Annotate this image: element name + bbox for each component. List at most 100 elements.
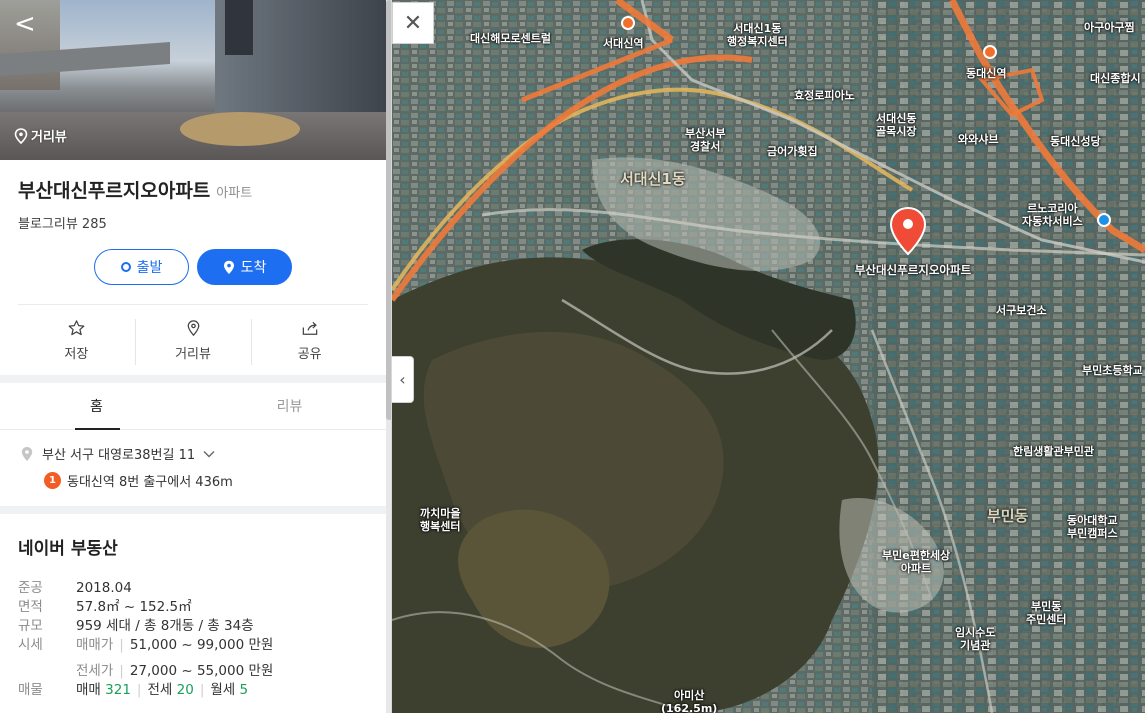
- streetview-action-label: 거리뷰: [175, 346, 211, 362]
- tab-home[interactable]: 홈: [0, 383, 193, 430]
- realty-key: 면적: [18, 599, 43, 615]
- building-shape: [225, 0, 253, 55]
- map-label[interactable]: 아구아구찜: [1084, 21, 1135, 34]
- save-label: 저장: [64, 346, 89, 362]
- bus-stop-icon[interactable]: [1097, 213, 1111, 227]
- back-button[interactable]: <: [14, 11, 38, 38]
- destination-label[interactable]: 부산대신푸르지오아파트: [850, 264, 976, 277]
- separator: |: [136, 682, 142, 698]
- place-summary: 부산대신푸르지오아파트 아파트 블로그리뷰 285 출발 도착 저장 거리뷰 공…: [0, 160, 391, 375]
- map-label[interactable]: 한림생활관부민관: [1013, 445, 1094, 458]
- share-label: 공유: [297, 346, 322, 362]
- separator: |: [119, 637, 124, 653]
- destination-pin[interactable]: [888, 206, 928, 256]
- realty-row: 전세가 | 27,000 ~ 55,000 만원: [18, 662, 368, 681]
- listing-monthly-count: 5: [239, 682, 249, 698]
- map-label[interactable]: 대신해모로센트럴: [470, 32, 551, 45]
- share-button[interactable]: 공유: [251, 318, 368, 365]
- listing-sale-label: 매매: [76, 682, 101, 698]
- realty-key-empty: [18, 662, 76, 681]
- sale-label: 매매가: [76, 637, 114, 653]
- streetview-chip[interactable]: 거리뷰: [14, 126, 67, 145]
- station-distance: 동대신역 8번 출구에서 436m: [67, 475, 233, 490]
- realty-key: 매물: [18, 682, 43, 698]
- realty-row: 매물 매매 321 | 전세 20 | 월세 5: [18, 681, 368, 700]
- start-dot-icon: [120, 262, 131, 272]
- close-map-button[interactable]: ✕: [392, 2, 434, 44]
- map-label[interactable]: 서구보건소: [996, 304, 1047, 317]
- realty-value: 전세가 | 27,000 ~ 55,000 만원: [76, 662, 273, 681]
- chevron-down-icon[interactable]: [203, 450, 215, 458]
- streetview-button[interactable]: 거리뷰: [134, 318, 252, 365]
- tab-review[interactable]: 리뷰: [193, 383, 386, 429]
- realty-row: 면적 57.8㎡ ~ 152.5㎡: [18, 598, 368, 617]
- listing-jeonse-count: 20: [176, 682, 194, 698]
- map-label[interactable]: 동아대학교 부민캠퍼스: [1067, 514, 1118, 540]
- address-text[interactable]: 부산 서구 대영로38번길 11: [42, 444, 195, 463]
- arrive-button[interactable]: 도착: [197, 249, 292, 285]
- realty-key: 시세: [18, 637, 43, 653]
- realty-row: 규모 959 세대 / 총 8개동 / 총 34층: [18, 617, 368, 636]
- section-gap: [0, 506, 391, 514]
- map-label-station[interactable]: 서대신역: [603, 37, 643, 50]
- pin-icon: [187, 319, 199, 336]
- map-app: < 거리뷰 부산대신푸르지오아파트 아파트 블로그리뷰 285 출발 도착 저장…: [0, 0, 1145, 713]
- arrive-button-label: 도착: [240, 260, 267, 276]
- realty-key: 규모: [18, 618, 43, 634]
- map-label-station[interactable]: 동대신역: [966, 67, 1006, 80]
- place-title: 부산대신푸르지오아파트: [18, 180, 211, 202]
- section-gap: [0, 375, 391, 383]
- realty-value: 57.8㎡ ~ 152.5㎡: [76, 599, 192, 615]
- satellite-map[interactable]: 대신해모로센트럴 서대신역 서대신1동 행정복지센터 동대신역 아구아구찜 대신…: [392, 0, 1145, 713]
- map-label[interactable]: 서대신1동 행정복지센터: [727, 22, 788, 48]
- realty-value: 959 세대 / 총 8개동 / 총 34층: [76, 618, 254, 634]
- subway-line-badge: 1: [44, 472, 61, 489]
- location-pin-icon: [223, 260, 234, 274]
- map-label[interactable]: 부산서부 경찰서: [685, 127, 725, 153]
- map-label[interactable]: 효정로피아노: [794, 89, 855, 102]
- district-label: 서대신1동: [620, 170, 686, 188]
- subway-icon[interactable]: [983, 45, 997, 59]
- map-label[interactable]: 까치마을 행복센터: [420, 507, 460, 533]
- location-pin-icon: [14, 127, 28, 144]
- map-marker-icon: [889, 206, 927, 256]
- map-label[interactable]: 임시수도 기념관: [955, 626, 995, 652]
- realty-section: 네이버 부동산 준공 2018.04 면적 57.8㎡ ~ 152.5㎡ 규모 …: [0, 514, 386, 713]
- listing-counts[interactable]: 매매 321 | 전세 20 | 월세 5: [76, 681, 248, 700]
- place-panel: < 거리뷰 부산대신푸르지오아파트 아파트 블로그리뷰 285 출발 도착 저장…: [0, 0, 392, 713]
- save-button[interactable]: 저장: [18, 319, 135, 362]
- address-section: 부산 서구 대영로38번길 11 1 동대신역 8번 출구에서 436m: [0, 430, 386, 506]
- realty-key: 준공: [18, 580, 43, 596]
- realty-value: 2018.04: [76, 580, 132, 596]
- streetview-label: 거리뷰: [31, 130, 67, 145]
- start-button[interactable]: 출발: [94, 249, 189, 285]
- collapse-panel-button[interactable]: ‹: [392, 356, 414, 403]
- streetview-thumbnail[interactable]: < 거리뷰: [0, 0, 386, 160]
- star-icon: [68, 319, 85, 335]
- action-bar: 저장 거리뷰 공유: [18, 305, 368, 375]
- realty-row: 준공 2018.04: [18, 579, 368, 598]
- separator: |: [199, 682, 205, 698]
- place-category: 아파트: [216, 186, 253, 201]
- jeonse-price: 27,000 ~ 55,000 만원: [129, 663, 274, 679]
- map-label[interactable]: 대신종합시: [1090, 72, 1141, 85]
- map-label[interactable]: 아미산 (162.5m): [661, 689, 717, 713]
- jeonse-label: 전세가: [76, 663, 114, 679]
- place-tabs: 홈 리뷰: [0, 383, 386, 430]
- map-label[interactable]: 서대신동 골목시장: [876, 112, 916, 138]
- listing-monthly-label: 월세: [210, 682, 236, 698]
- start-button-label: 출발: [136, 260, 163, 276]
- map-label[interactable]: 부민e편한세상 아파트: [882, 549, 950, 575]
- realty-value: 매매가 | 51,000 ~ 99,000 만원: [76, 636, 273, 655]
- blog-review-count[interactable]: 블로그리뷰 285: [18, 213, 368, 232]
- map-label[interactable]: 르노코리아 자동차서비스: [1022, 202, 1083, 228]
- map-label[interactable]: 동대신성당: [1050, 135, 1101, 148]
- map-label[interactable]: 금어가휫집: [767, 145, 818, 158]
- realty-row: 시세 매매가 | 51,000 ~ 99,000 만원: [18, 636, 368, 655]
- subway-icon[interactable]: [621, 16, 635, 30]
- sale-price: 51,000 ~ 99,000 만원: [129, 637, 274, 653]
- map-label[interactable]: 와와샤브: [958, 133, 998, 146]
- map-label[interactable]: 부민동 주민센터: [1026, 600, 1066, 626]
- realty-heading: 네이버 부동산: [18, 539, 118, 559]
- map-label[interactable]: 부민초등학교: [1082, 364, 1143, 377]
